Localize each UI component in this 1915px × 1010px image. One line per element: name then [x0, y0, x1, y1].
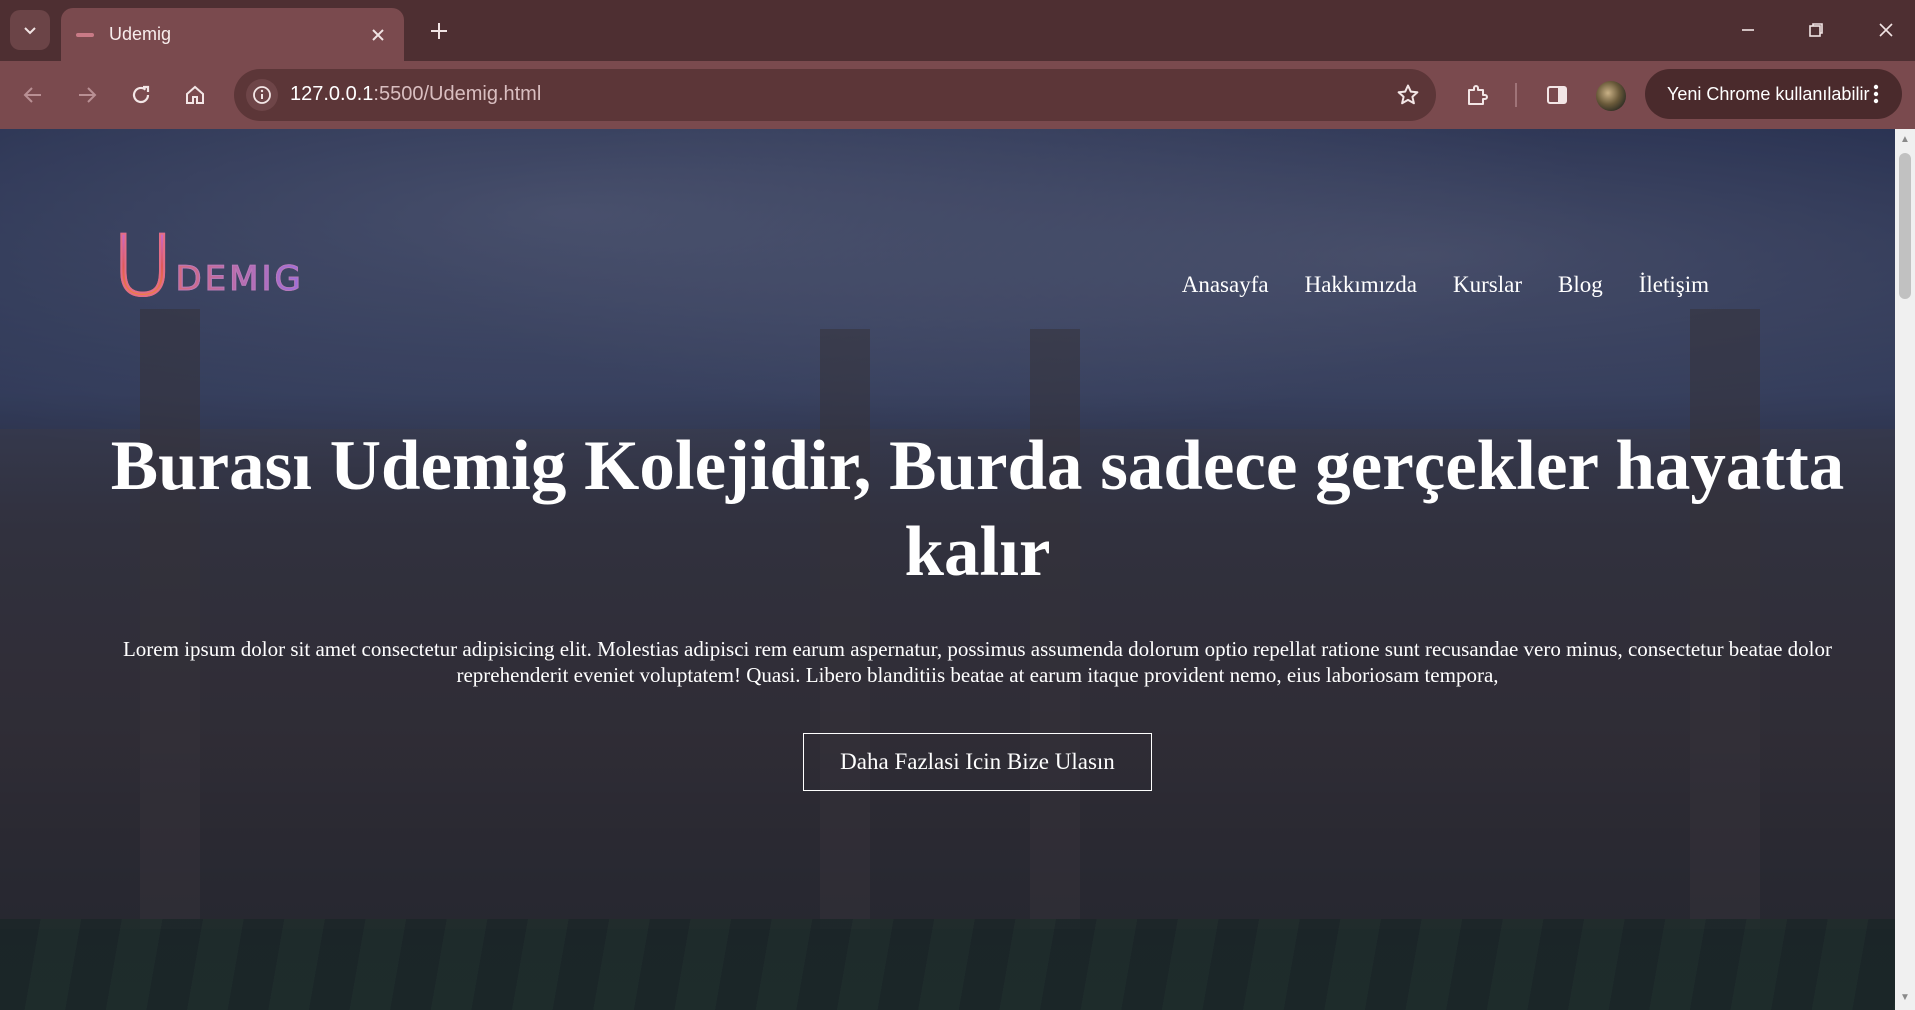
favicon-icon [75, 28, 95, 42]
update-label: Yeni Chrome kullanılabilir [1667, 83, 1870, 104]
main-nav: Anasayfa Hakkımızda Kurslar Blog İletişi… [1182, 272, 1709, 298]
more-menu-icon[interactable] [1864, 82, 1888, 106]
arrow-right-icon [79, 87, 97, 103]
browser-toolbar: 127.0.0.1:5500/Udemig.html [0, 61, 1915, 129]
profile-avatar[interactable] [1596, 81, 1626, 111]
tab-search-button[interactable] [10, 10, 50, 50]
active-tab[interactable]: Udemig [61, 8, 404, 61]
hero-lead-text: Lorem ipsum dolor sit amet consectetur a… [122, 637, 1833, 687]
close-window-icon [1879, 23, 1893, 37]
chrome-update-button[interactable]: Yeni Chrome kullanılabilir [1645, 69, 1902, 119]
hero-headline: Burası Udemig Kolejidir, Burda sadece ge… [110, 427, 1845, 591]
page-scrollbar[interactable]: ▲ ▼ [1895, 129, 1915, 1010]
close-window-button[interactable] [1862, 10, 1910, 50]
extensions-button[interactable] [1460, 78, 1494, 112]
address-bar[interactable]: 127.0.0.1:5500/Udemig.html [234, 69, 1436, 121]
restore-icon [1809, 23, 1823, 37]
reload-button[interactable] [124, 78, 158, 112]
url-text[interactable]: 127.0.0.1:5500/Udemig.html [290, 83, 541, 106]
logo-text: DEMIG [175, 259, 304, 300]
nav-item-kurslar[interactable]: Kurslar [1453, 272, 1522, 298]
nav-item-blog[interactable]: Blog [1558, 272, 1603, 298]
url-path: :5500/Udemig.html [373, 83, 542, 105]
close-icon[interactable] [366, 23, 390, 47]
chevron-down-icon [24, 27, 36, 35]
tab-strip: Udemig [0, 0, 1915, 61]
home-icon [186, 85, 204, 104]
toolbar-divider [1515, 83, 1517, 107]
udemig-logo[interactable]: U DEMIG [111, 217, 304, 315]
home-button[interactable] [178, 78, 212, 112]
back-button[interactable] [16, 78, 50, 112]
reload-icon [132, 85, 150, 104]
site-info-icon[interactable] [246, 79, 278, 111]
restore-button[interactable] [1792, 10, 1840, 50]
forward-button[interactable] [70, 78, 104, 112]
logo-initial: U [111, 217, 175, 315]
scroll-up-icon[interactable]: ▲ [1899, 133, 1911, 145]
minimize-icon [1742, 29, 1754, 31]
new-tab-button[interactable] [424, 16, 454, 46]
contact-cta-button[interactable]: Daha Fazlasi Icin Bize Ulasın [803, 733, 1152, 791]
scroll-thumb[interactable] [1899, 153, 1911, 299]
bookmark-star-icon[interactable] [1392, 79, 1424, 111]
arrow-left-icon [23, 87, 41, 103]
nav-item-hakkimizda[interactable]: Hakkımızda [1305, 272, 1417, 298]
puzzle-icon [1468, 85, 1488, 105]
plus-icon [431, 23, 447, 39]
side-panel-button[interactable] [1540, 78, 1574, 112]
nav-item-anasayfa[interactable]: Anasayfa [1182, 272, 1269, 298]
scroll-down-icon[interactable]: ▼ [1899, 991, 1911, 1003]
url-host: 127.0.0.1 [290, 83, 374, 105]
tab-title: Udemig [109, 24, 172, 44]
nav-item-iletisim[interactable]: İletişim [1639, 272, 1709, 298]
page-viewport: U DEMIG Anasayfa Hakkımızda Kurslar Blog… [0, 129, 1895, 1010]
minimize-button[interactable] [1724, 10, 1772, 50]
side-panel-icon [1547, 86, 1567, 104]
